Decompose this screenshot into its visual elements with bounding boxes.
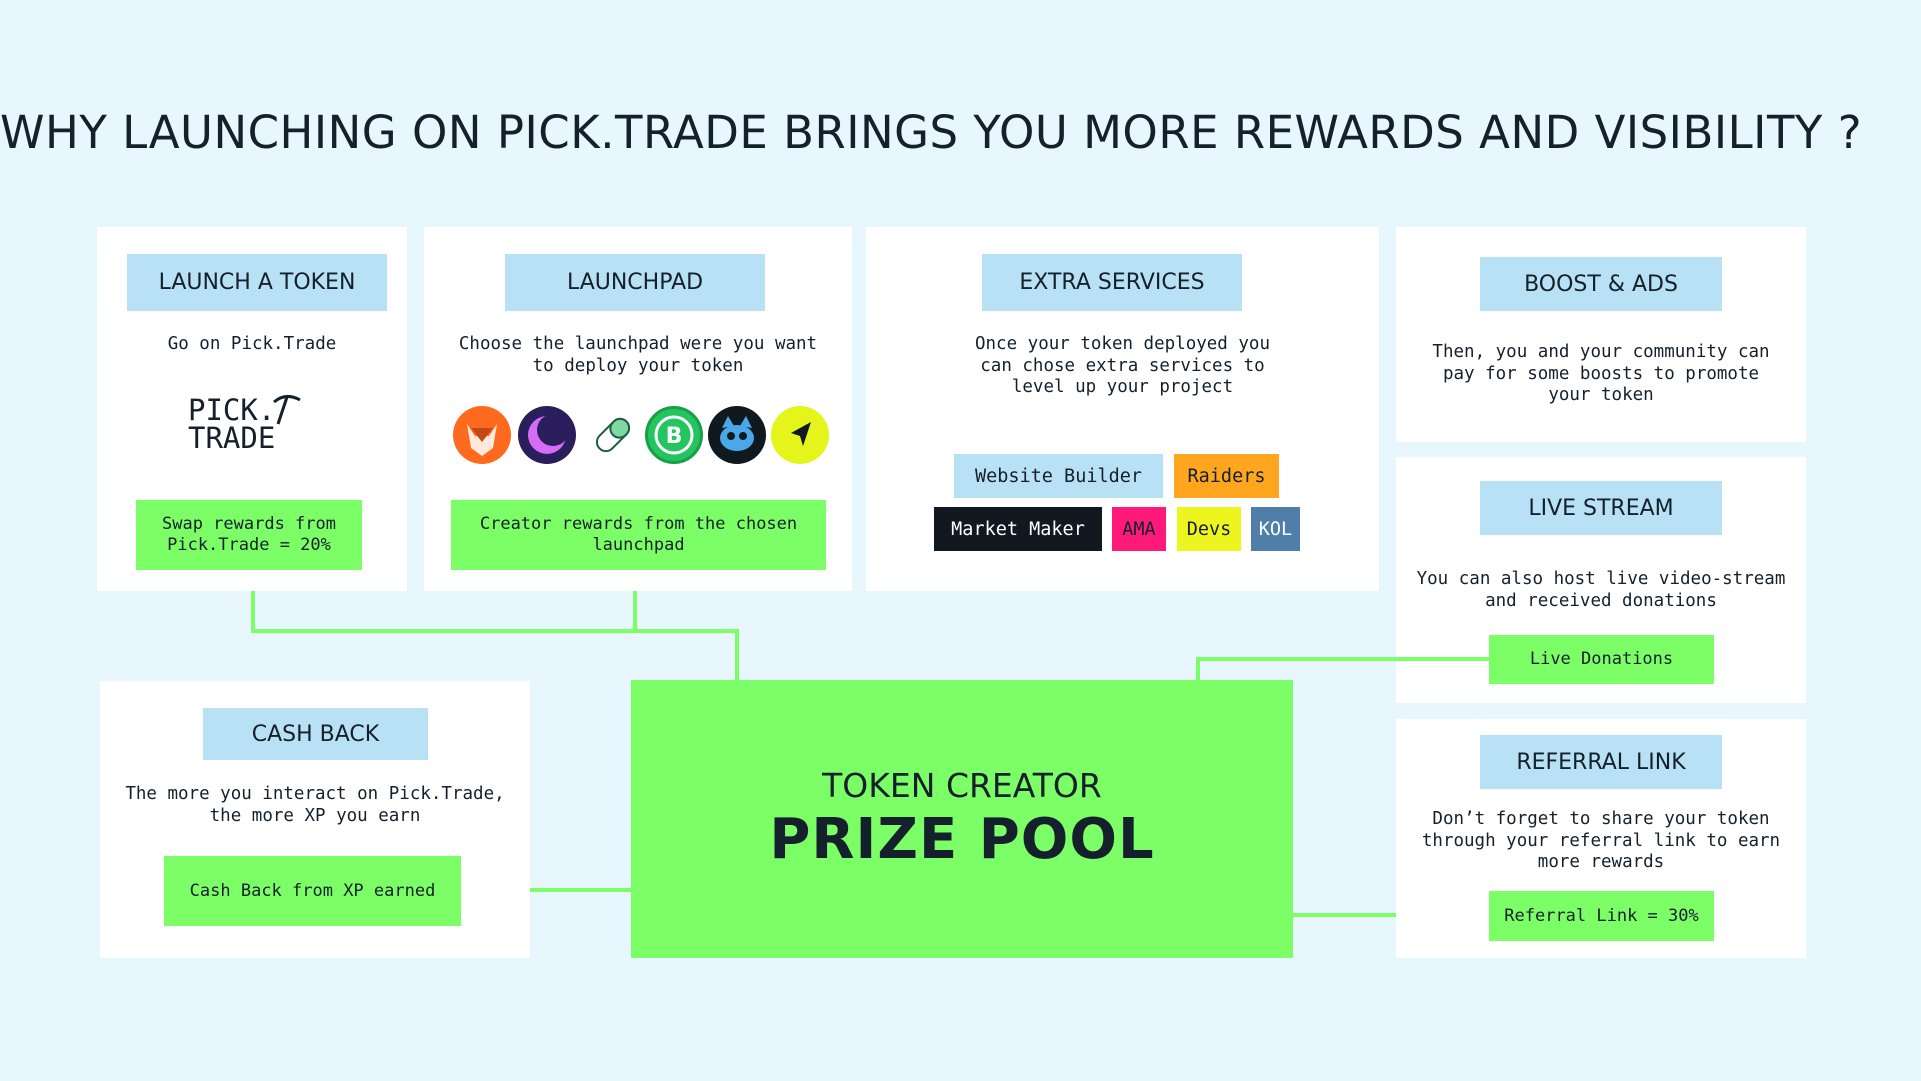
referral-reward-box: Referral Link = 30% — [1489, 891, 1714, 941]
launch-token-desc: Go on Pick.Trade — [167, 334, 337, 354]
prize-pool-title: PRIZE POOL — [769, 807, 1155, 872]
arrow-launchpad-icon[interactable] — [771, 406, 829, 464]
connector-live-reward-left — [1196, 657, 1491, 661]
swap-rewards-box: Swap rewards from Pick.Trade = 20% — [136, 500, 362, 570]
boost-ads-header: BOOST & ADS — [1480, 257, 1722, 311]
pickaxe-icon — [273, 395, 301, 425]
launchpad-header: LAUNCHPAD — [505, 254, 765, 311]
cash-back-desc: The more you interact on Pick.Trade, the… — [125, 784, 505, 826]
connector-to-prize-top — [735, 629, 739, 682]
connector-launch-horizontal — [251, 629, 739, 633]
extra-services-desc: Once your token deployed you can chose e… — [974, 334, 1270, 397]
extra-services-header: EXTRA SERVICES — [982, 254, 1242, 311]
pill-launchpad-icon[interactable] — [584, 406, 642, 464]
launchpad-desc: Choose the launchpad were you want to de… — [458, 334, 818, 376]
moon-launchpad-icon[interactable] — [518, 406, 576, 464]
website-builder-tag[interactable]: Website Builder — [954, 454, 1163, 498]
kol-tag[interactable]: KOL — [1251, 507, 1300, 551]
cash-back-header: CASH BACK — [203, 708, 428, 760]
fox-launchpad-icon[interactable] — [453, 406, 511, 464]
launch-token-header: LAUNCH A TOKEN — [127, 254, 387, 311]
referral-desc: Don’t forget to share your token through… — [1421, 809, 1781, 872]
cash-back-box: Cash Back from XP earned — [164, 856, 461, 926]
b-launchpad-icon[interactable]: B — [645, 406, 703, 464]
prize-pool-subtitle: TOKEN CREATOR — [822, 766, 1102, 805]
page-title: WHY LAUNCHING ON PICK.TRADE BRINGS YOU M… — [0, 106, 1863, 159]
cat-launchpad-icon[interactable] — [708, 406, 766, 464]
svg-text:B: B — [666, 424, 683, 449]
live-stream-desc: You can also host live video-stream and … — [1416, 569, 1786, 611]
market-maker-tag[interactable]: Market Maker — [934, 507, 1102, 551]
referral-header: REFERRAL LINK — [1480, 735, 1722, 789]
creator-rewards-box: Creator rewards from the chosen launchpa… — [451, 500, 826, 570]
prize-pool-box: TOKEN CREATOR PRIZE POOL — [631, 680, 1293, 958]
boost-ads-desc: Then, you and your community can pay for… — [1432, 342, 1770, 405]
pick-trade-logo: PICK. TRADE — [188, 395, 306, 456]
live-stream-header: LIVE STREAM — [1480, 481, 1722, 535]
live-donations-box: Live Donations — [1489, 635, 1714, 684]
devs-tag[interactable]: Devs — [1177, 507, 1241, 551]
raiders-tag[interactable]: Raiders — [1174, 454, 1279, 498]
ama-tag[interactable]: AMA — [1112, 507, 1166, 551]
